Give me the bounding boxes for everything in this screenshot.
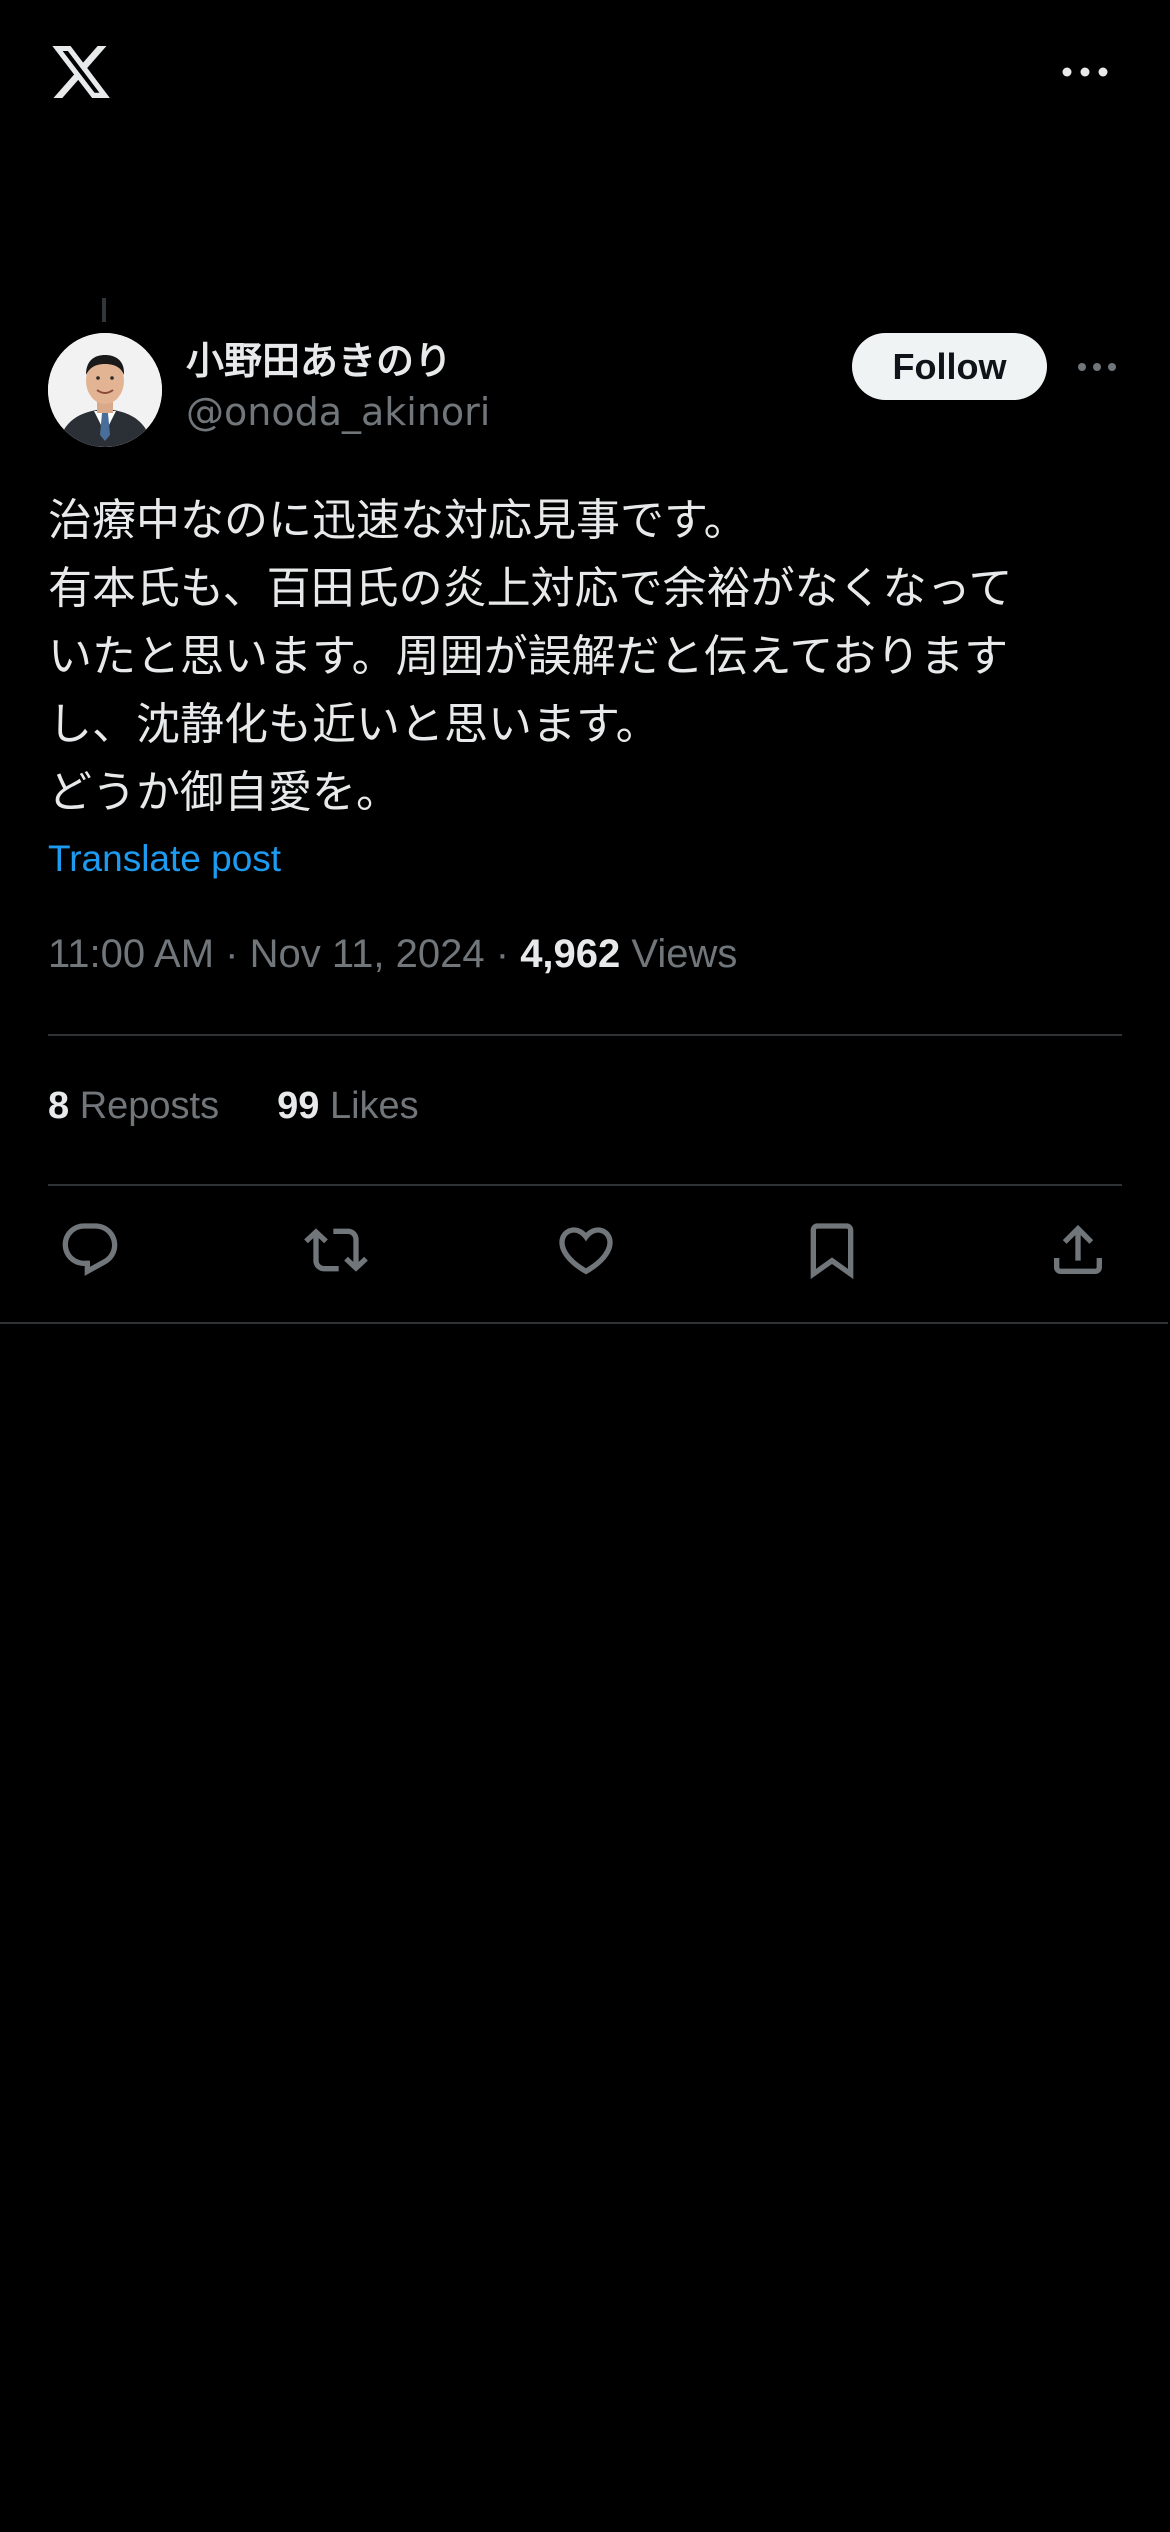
post-metadata: 11:00 AM · Nov 11, 2024 · 4,962 Views — [48, 932, 737, 977]
post-text-line: どうか御自愛を。 — [48, 767, 400, 818]
reposts-count: 8 — [48, 1085, 70, 1127]
avatar[interactable] — [48, 333, 162, 447]
share-button[interactable] — [1046, 1218, 1110, 1282]
likes-stat[interactable]: 99 Likes — [277, 1085, 419, 1128]
follow-button[interactable]: Follow — [852, 333, 1047, 400]
thread-connector-line — [102, 298, 106, 322]
top-bar — [0, 0, 1170, 150]
reposts-stat[interactable]: 8 Reposts — [48, 1085, 219, 1128]
bookmark-button[interactable] — [800, 1218, 864, 1282]
repost-button[interactable] — [304, 1218, 368, 1282]
views-count: 4,962 — [520, 932, 621, 976]
reposts-label: Reposts — [79, 1085, 220, 1127]
meta-separator: · — [225, 932, 239, 976]
reply-button[interactable] — [58, 1218, 122, 1282]
divider — [48, 1184, 1122, 1186]
repost-icon — [304, 1228, 368, 1272]
views-label: Views — [631, 932, 738, 976]
post-text: 治療中なのに迅速な対応見事です。 有本氏も、百田氏の炎上対応で余裕がなくなって … — [48, 487, 1128, 827]
post-text-line: いたと思います。周囲が誤解だと伝えております — [48, 631, 1009, 682]
like-button[interactable] — [554, 1218, 618, 1282]
post-bottom-divider — [0, 1322, 1168, 1324]
x-logo-icon[interactable] — [48, 40, 114, 104]
post-date[interactable]: Nov 11, 2024 — [250, 932, 485, 976]
avatar-photo — [48, 333, 162, 447]
likes-count: 99 — [277, 1085, 320, 1127]
more-horizontal-icon[interactable] — [1060, 60, 1110, 84]
action-bar — [0, 1218, 1170, 1288]
author-display-name[interactable]: 小野田あきのり — [186, 330, 452, 385]
post-text-line: し、沈静化も近いと思います。 — [48, 699, 660, 750]
post-more-icon[interactable] — [1076, 358, 1118, 376]
share-icon — [1054, 1224, 1102, 1274]
post-text-line: 有本氏も、百田氏の炎上対応で余裕がなくなって — [48, 563, 1013, 614]
likes-label: Likes — [329, 1085, 419, 1127]
bookmark-icon — [810, 1223, 854, 1280]
translate-post-link[interactable]: Translate post — [48, 838, 281, 880]
meta-separator: · — [495, 932, 510, 976]
reply-icon — [62, 1223, 118, 1276]
engagement-stats: 8 Reposts 99 Likes — [48, 1085, 419, 1128]
post-text-line: 治療中なのに迅速な対応見事です。 — [48, 495, 748, 546]
heart-icon — [559, 1227, 613, 1275]
author-handle[interactable]: @onoda_akinori — [186, 390, 490, 434]
post-time[interactable]: 11:00 AM — [48, 932, 214, 976]
divider — [48, 1034, 1122, 1036]
